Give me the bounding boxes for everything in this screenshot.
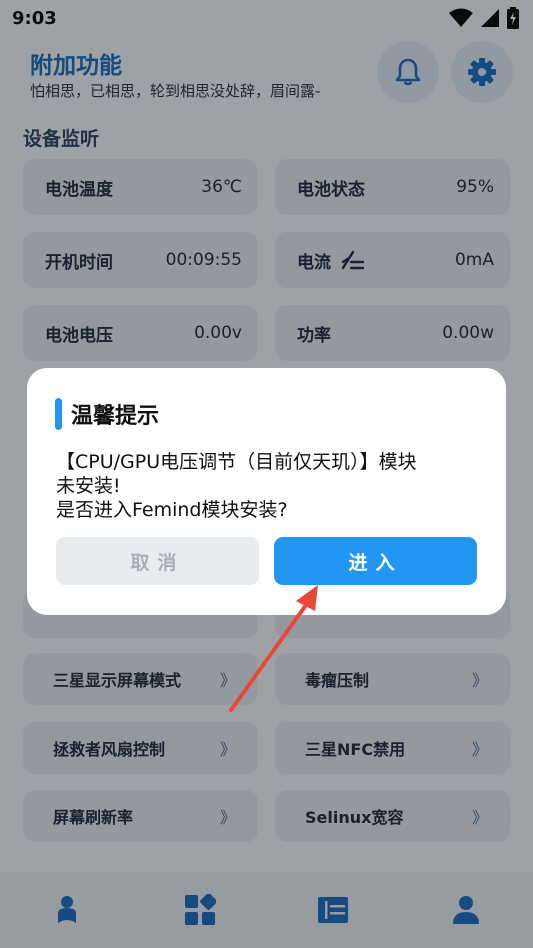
dialog-message-line: 是否进入Femind模块安装? xyxy=(56,499,288,521)
dialog-message-line: 未安装! xyxy=(56,475,121,497)
dialog-message: 【CPU/GPU电压调节（目前仅天玑）】模块 未安装! 是否进入Femind模块… xyxy=(56,450,486,522)
enter-button[interactable]: 进入 xyxy=(274,537,477,585)
title-accent-bar xyxy=(55,398,62,430)
dialog-message-line: 【CPU/GPU电压调节（目前仅天玑）】模块 xyxy=(56,451,417,473)
alert-dialog: 温馨提示 【CPU/GPU电压调节（目前仅天玑）】模块 未安装! 是否进入Fem… xyxy=(27,368,506,615)
cancel-button[interactable]: 取消 xyxy=(56,537,259,585)
dialog-title: 温馨提示 xyxy=(71,404,160,429)
